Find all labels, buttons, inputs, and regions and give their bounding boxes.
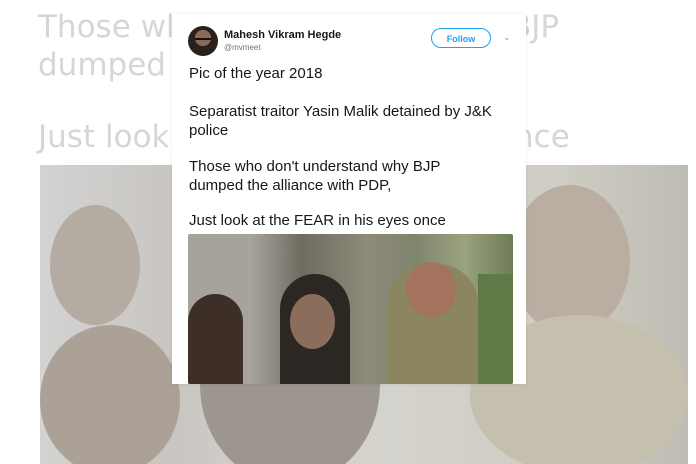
avatar[interactable]	[188, 26, 218, 56]
tweet-text-line: dumped the alliance with PDP,	[189, 177, 392, 194]
background-headline-line-1: Those wh	[38, 9, 186, 45]
tweet-text-line: Separatist traitor Yasin Malik detained …	[189, 103, 492, 120]
background-headline-line-2: dumped t	[38, 47, 188, 83]
follow-button[interactable]: Follow	[431, 28, 491, 48]
author-handle[interactable]: @mvmeet	[224, 43, 261, 52]
tweet-text-line: Just look at the FEAR in his eyes once	[189, 212, 446, 229]
tweet-text-line: police	[189, 122, 229, 139]
chevron-down-icon[interactable]: ⌄	[503, 32, 511, 43]
author-name[interactable]: Mahesh Vikram Hegde	[224, 29, 341, 41]
tweet-text-line: Pic of the year 2018	[189, 65, 323, 82]
tweet-text-line: Those who don't understand why BJP	[189, 158, 441, 175]
tweet-photo[interactable]	[188, 234, 513, 384]
background-headline-line-3: Just look	[38, 119, 170, 155]
tweet-card: Mahesh Vikram Hegde @mvmeet Follow ⌄ Pic…	[172, 14, 526, 384]
